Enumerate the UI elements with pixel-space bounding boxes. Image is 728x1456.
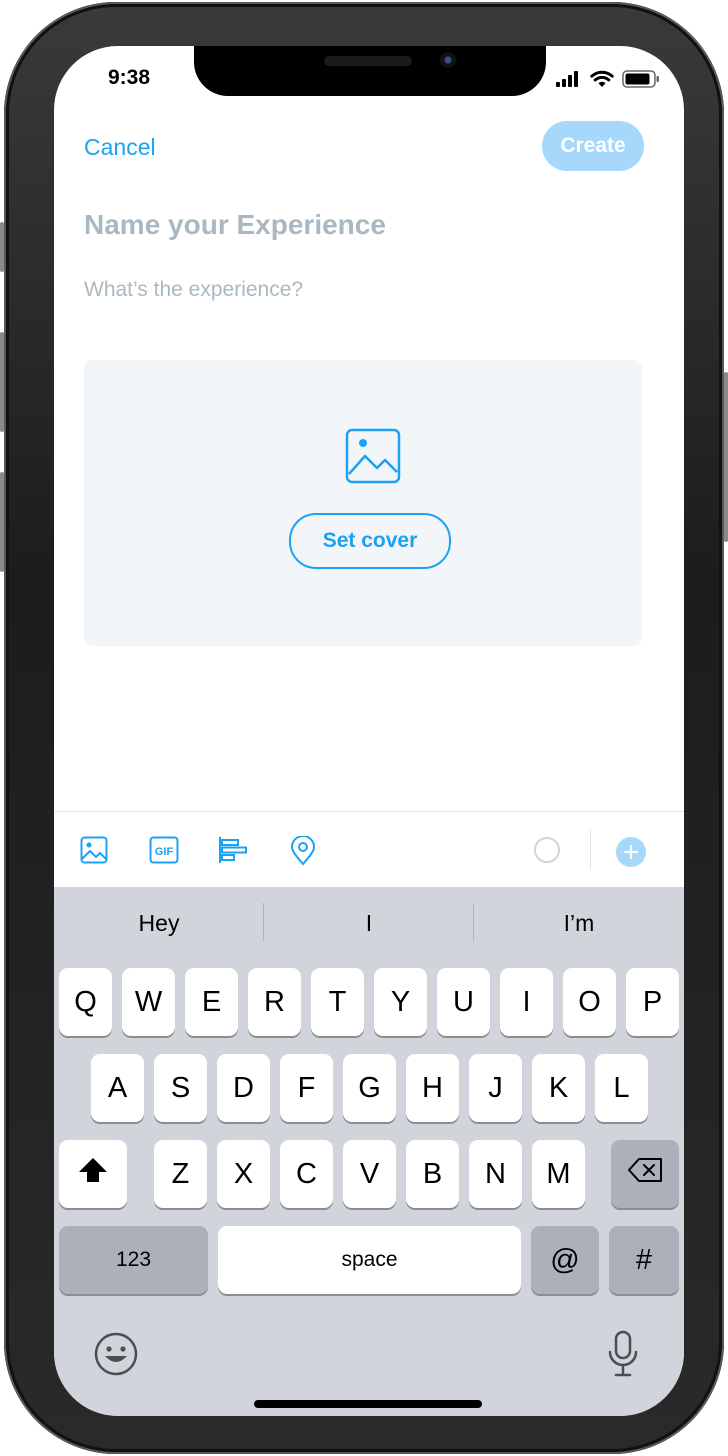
svg-text:GIF: GIF [155, 846, 174, 858]
gif-icon[interactable]: GIF [149, 836, 179, 869]
battery-icon [622, 70, 660, 93]
power-button [724, 372, 728, 542]
key-e[interactable]: E [185, 968, 238, 1036]
key-k[interactable]: K [532, 1054, 585, 1122]
key-f[interactable]: F [280, 1054, 333, 1122]
key-m[interactable]: M [532, 1140, 585, 1208]
key-o[interactable]: O [563, 968, 616, 1036]
home-indicator[interactable] [254, 1400, 482, 1408]
add-thread-icon[interactable] [615, 836, 647, 873]
cover-area: Set cover [84, 360, 642, 646]
status-time: 9:38 [108, 66, 151, 89]
hash-key[interactable]: # [609, 1226, 679, 1294]
backspace-key[interactable] [611, 1140, 679, 1208]
front-camera [440, 52, 456, 68]
location-icon[interactable] [290, 835, 316, 871]
key-g[interactable]: G [343, 1054, 396, 1122]
phone-frame: 9:38 Cancel Create Name your Experience … [0, 2, 728, 1454]
status-icons [556, 70, 660, 93]
compose-toolbar: GIF [54, 811, 684, 888]
key-r[interactable]: R [248, 968, 301, 1036]
notch [194, 46, 546, 96]
poll-icon[interactable] [218, 836, 248, 869]
image-icon [345, 428, 401, 489]
shift-key[interactable] [59, 1140, 127, 1208]
key-q[interactable]: Q [59, 968, 112, 1036]
key-n[interactable]: N [469, 1140, 522, 1208]
compose-nav: Cancel Create [54, 120, 684, 172]
space-key[interactable]: space [218, 1226, 521, 1294]
key-p[interactable]: P [626, 968, 679, 1036]
key-t[interactable]: T [311, 968, 364, 1036]
key-y[interactable]: Y [374, 968, 427, 1036]
wifi-icon [590, 70, 614, 93]
volume-down-button [0, 472, 4, 572]
backspace-icon [627, 1157, 663, 1191]
keyboard: Hey I I’m Q W E R T Y U I O P A S D F G … [54, 887, 684, 1416]
image-icon[interactable] [80, 836, 108, 869]
key-v[interactable]: V [343, 1140, 396, 1208]
at-key[interactable]: @ [531, 1226, 599, 1294]
key-z[interactable]: Z [154, 1140, 207, 1208]
suggestion-item[interactable]: Hey [54, 903, 264, 943]
cancel-button[interactable]: Cancel [84, 134, 156, 161]
signal-icon [556, 71, 582, 92]
speaker [324, 56, 412, 66]
key-i[interactable]: I [500, 968, 553, 1036]
key-d[interactable]: D [217, 1054, 270, 1122]
suggestion-item[interactable]: I [264, 903, 474, 943]
experience-name-input[interactable]: Name your Experience [84, 209, 386, 241]
key-h[interactable]: H [406, 1054, 459, 1122]
volume-up-button [0, 332, 4, 432]
screen: 9:38 Cancel Create Name your Experience … [54, 46, 684, 1416]
microphone-icon[interactable] [607, 1330, 639, 1383]
set-cover-button[interactable]: Set cover [289, 513, 451, 569]
key-w[interactable]: W [122, 968, 175, 1036]
shift-icon [78, 1157, 108, 1191]
progress-ring-icon [533, 836, 561, 869]
suggestion-bar: Hey I I’m [54, 887, 684, 957]
key-j[interactable]: J [469, 1054, 522, 1122]
toolbar-divider [590, 830, 591, 870]
key-u[interactable]: U [437, 968, 490, 1036]
emoji-icon[interactable] [94, 1332, 138, 1381]
suggestion-item[interactable]: I’m [474, 903, 684, 943]
create-button[interactable]: Create [542, 121, 644, 171]
experience-description-input[interactable]: What’s the experience? [84, 278, 303, 302]
key-a[interactable]: A [91, 1054, 144, 1122]
numbers-key[interactable]: 123 [59, 1226, 208, 1294]
key-s[interactable]: S [154, 1054, 207, 1122]
silent-switch [0, 222, 4, 272]
key-x[interactable]: X [217, 1140, 270, 1208]
key-l[interactable]: L [595, 1054, 648, 1122]
key-c[interactable]: C [280, 1140, 333, 1208]
key-b[interactable]: B [406, 1140, 459, 1208]
